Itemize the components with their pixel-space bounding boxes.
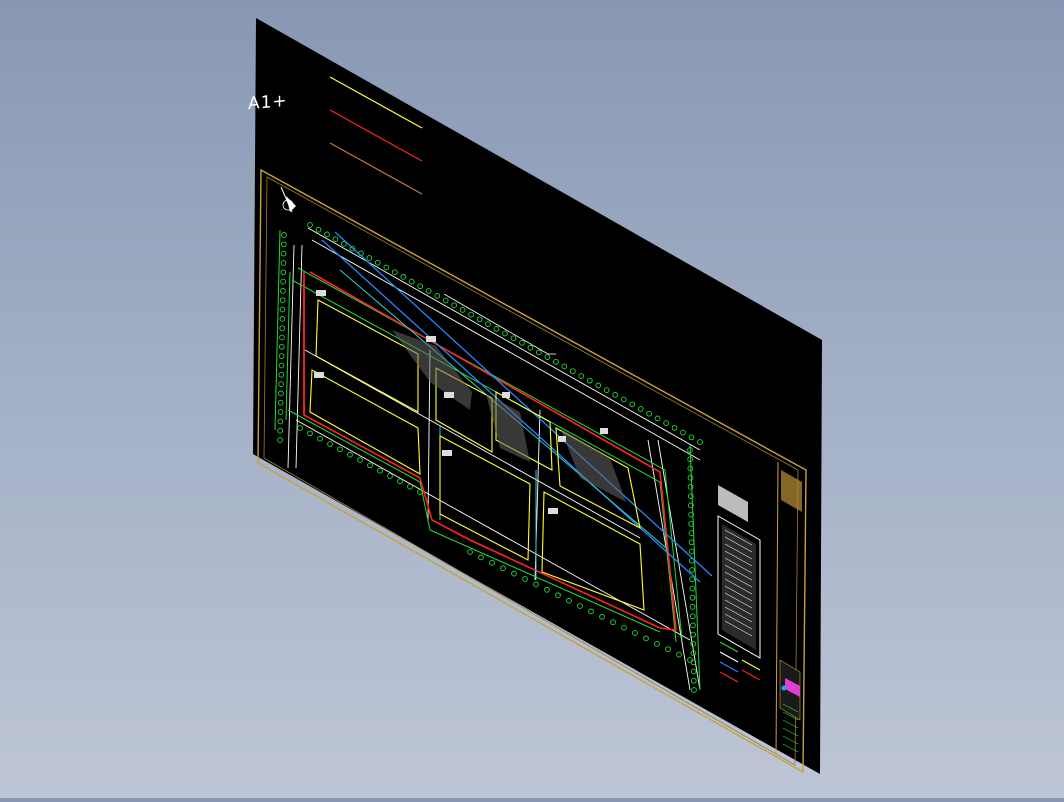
cad-viewport[interactable]: A1+ [0, 0, 1064, 798]
sheet-size-label: A1+ [248, 91, 288, 114]
drawing-canvas[interactable]: A1+ [0, 0, 1064, 798]
